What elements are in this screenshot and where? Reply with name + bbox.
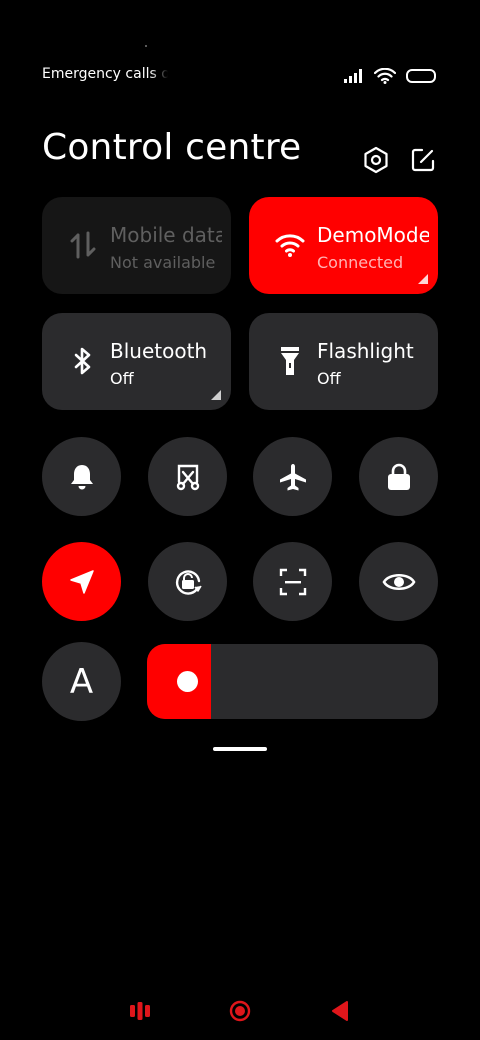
- hexagon-settings-icon: [364, 146, 388, 174]
- eye-icon: [382, 573, 415, 590]
- battery-icon: [406, 69, 436, 83]
- screenshot-button[interactable]: [148, 437, 227, 516]
- ringer-button[interactable]: [42, 437, 121, 516]
- bluetooth-icon: [68, 346, 98, 376]
- signal-icon: [344, 69, 362, 83]
- control-centre-screen: Emergency calls only Control centre: [0, 0, 480, 1040]
- flashlight-title: Flashlight: [317, 339, 414, 363]
- status-icons: [344, 66, 436, 86]
- home-button[interactable]: [225, 996, 255, 1026]
- mobile-data-title: Mobile data: [110, 223, 222, 247]
- wifi-tile[interactable]: DemoMode Connected: [249, 197, 438, 294]
- rotation-lock-button[interactable]: [148, 542, 227, 621]
- airplane-icon: [279, 463, 306, 490]
- expand-corner-icon[interactable]: [418, 274, 428, 284]
- back-button[interactable]: [325, 996, 355, 1026]
- flashlight-status: Off: [317, 369, 341, 388]
- wifi-icon: [275, 230, 305, 260]
- wifi-status: Connected: [317, 253, 404, 272]
- back-icon: [332, 1001, 348, 1021]
- edit-button[interactable]: [408, 145, 438, 175]
- status-bar: Emergency calls only: [0, 0, 480, 100]
- settings-button[interactable]: [361, 145, 391, 175]
- lock-icon: [387, 463, 410, 490]
- recents-button[interactable]: [125, 996, 155, 1026]
- wifi-status-icon: [374, 68, 396, 84]
- page-title: Control centre: [42, 127, 302, 168]
- scanner-button[interactable]: [253, 542, 332, 621]
- recents-icon: [130, 1002, 150, 1020]
- location-button[interactable]: [42, 542, 121, 621]
- location-arrow-icon: [69, 569, 94, 594]
- bell-icon: [70, 464, 93, 489]
- flashlight-tile[interactable]: Flashlight Off: [249, 313, 438, 410]
- bluetooth-tile[interactable]: Bluetooth Off: [42, 313, 231, 410]
- bluetooth-title: Bluetooth: [110, 339, 208, 363]
- drag-handle[interactable]: [213, 747, 267, 751]
- status-text: Emergency calls only: [42, 66, 168, 88]
- brightness-knob[interactable]: [176, 671, 198, 692]
- edit-icon: [411, 148, 435, 172]
- mobile-data-tile[interactable]: Mobile data Not available: [42, 197, 231, 294]
- data-arrows-icon: [68, 230, 98, 260]
- flashlight-icon: [275, 346, 305, 376]
- camera-dot: [145, 45, 147, 47]
- mobile-data-status: Not available: [110, 253, 216, 272]
- expand-corner-icon[interactable]: [211, 390, 221, 400]
- airplane-mode-button[interactable]: [253, 437, 332, 516]
- brightness-slider[interactable]: [147, 644, 438, 719]
- home-icon: [229, 1000, 251, 1022]
- scissors-screenshot-icon: [176, 464, 199, 490]
- reading-mode-button[interactable]: [359, 542, 438, 621]
- font-size-label: A: [69, 661, 94, 702]
- wifi-network-name: DemoMode: [317, 223, 429, 247]
- font-size-button[interactable]: A: [42, 642, 121, 721]
- scan-frame-icon: [279, 568, 306, 595]
- rotation-lock-icon: [175, 569, 202, 595]
- bluetooth-status: Off: [110, 369, 134, 388]
- lock-screen-button[interactable]: [359, 437, 438, 516]
